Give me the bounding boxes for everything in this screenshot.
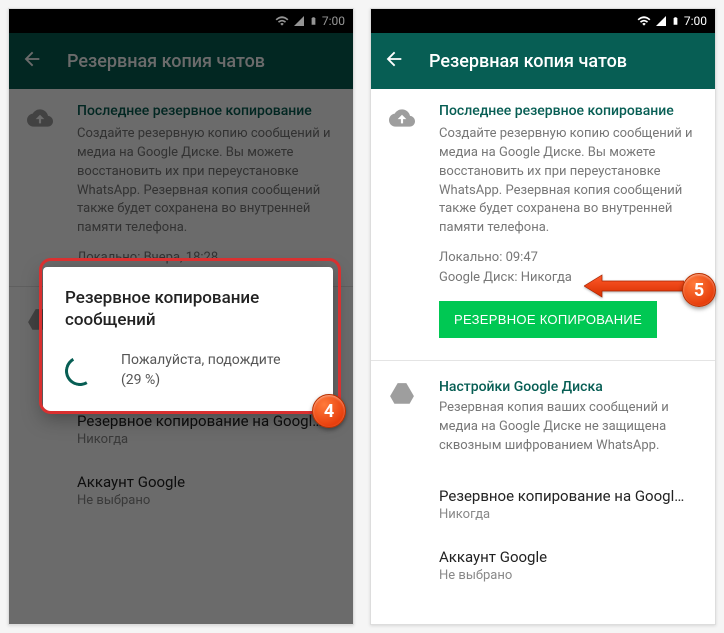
section-title: Последнее резервное копирование	[439, 103, 699, 119]
item-subtitle: Никогда	[439, 507, 699, 522]
progress-dialog: Резервное копирование сообщений Пожалуйс…	[43, 267, 333, 412]
item-title: Аккаунт Google	[439, 548, 699, 566]
item-subtitle: Не выбрано	[439, 568, 699, 583]
app-bar: Резервная копия чатов	[371, 33, 715, 89]
backup-local-time: Локально: 09:47	[439, 248, 699, 268]
back-icon[interactable]	[383, 48, 405, 74]
dialog-title: Резервное копирование сообщений	[65, 287, 311, 331]
signal-icon	[655, 15, 667, 27]
wifi-icon	[637, 14, 651, 28]
gdrive-section: Настройки Google Диска Резервная копия в…	[371, 365, 715, 474]
spinner-icon	[62, 352, 99, 389]
gdrive-desc: Резервная копия ваших сообщений и медиа …	[439, 399, 699, 456]
item-title: Резервное копирование на Googl…	[439, 487, 699, 505]
section-desc: Создайте резервную копию сообщений и мед…	[439, 125, 699, 238]
gdrive-icon	[389, 381, 417, 409]
annotation-badge-5: 5	[682, 273, 716, 307]
item-google-account[interactable]: Аккаунт Google Не выбрано	[371, 535, 715, 596]
item-backup-frequency[interactable]: Резервное копирование на Googl… Никогда	[371, 474, 715, 535]
content-area: Последнее резервное копирование Создайте…	[371, 89, 715, 624]
divider	[371, 360, 715, 361]
backup-button[interactable]: РЕЗЕРВНОЕ КОПИРОВАНИЕ	[439, 301, 657, 338]
annotation-badge-4: 4	[312, 394, 346, 428]
backup-section: Последнее резервное копирование Создайте…	[371, 89, 715, 356]
page-title: Резервная копия чатов	[429, 51, 627, 72]
clock-text: 7:00	[684, 14, 707, 28]
phone-left: 7:00 Резервная копия чатов Последнее рез…	[8, 8, 354, 625]
battery-icon	[671, 14, 680, 28]
dialog-wait-text: Пожалуйста, подождите(29 %)	[121, 351, 281, 390]
gdrive-title: Настройки Google Диска	[439, 379, 699, 395]
annotation-arrow	[584, 273, 684, 303]
phone-right: 7:00 Резервная копия чатов Последнее рез…	[370, 8, 716, 625]
cloud-upload-icon	[389, 105, 417, 133]
status-bar: 7:00	[371, 9, 715, 33]
